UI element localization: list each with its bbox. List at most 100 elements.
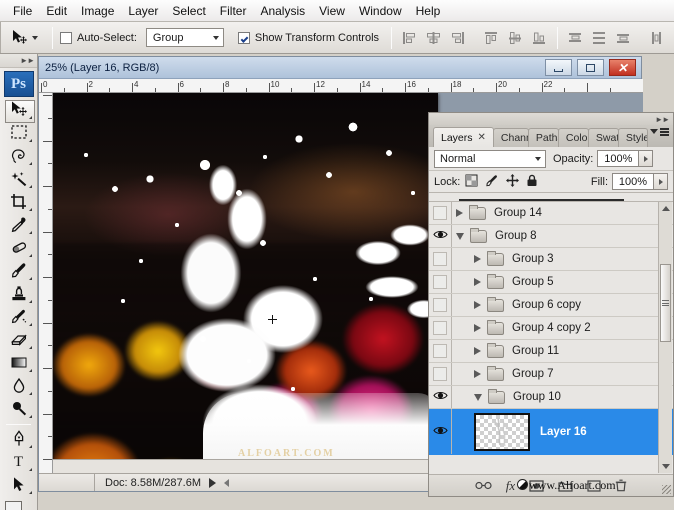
tool-eraser[interactable] bbox=[0, 329, 37, 352]
layer-row-body[interactable]: Group 14 bbox=[452, 204, 673, 220]
tab-styles[interactable]: Styles bbox=[617, 128, 648, 147]
align-horizontal-centers-icon[interactable] bbox=[423, 28, 444, 48]
maximize-button[interactable] bbox=[577, 59, 604, 76]
lock-all-icon[interactable] bbox=[526, 174, 538, 190]
minimize-button[interactable] bbox=[545, 59, 572, 76]
layer-visibility-toggle[interactable] bbox=[429, 317, 452, 339]
layer-row-body[interactable]: Group 7 bbox=[452, 365, 673, 381]
layers-scrollbar[interactable] bbox=[658, 202, 672, 473]
menu-item-select[interactable]: Select bbox=[165, 1, 212, 21]
layer-row[interactable]: Layer 16 bbox=[429, 409, 673, 455]
chevron-right-icon[interactable] bbox=[474, 301, 481, 309]
show-transform-checkbox[interactable] bbox=[237, 31, 250, 44]
tool-preset-picker[interactable] bbox=[1, 22, 45, 53]
scrollbar-thumb[interactable] bbox=[660, 264, 671, 342]
auto-select-dropdown[interactable]: Group bbox=[145, 28, 224, 47]
tool-rectangular-marquee[interactable] bbox=[0, 122, 37, 145]
tool-lasso[interactable] bbox=[0, 145, 37, 168]
opacity-stepper[interactable] bbox=[639, 150, 654, 167]
layer-row-body[interactable]: Layer 16 bbox=[452, 412, 673, 451]
layer-row-body[interactable]: Group 5 bbox=[452, 273, 673, 289]
lock-image-pixels-icon[interactable] bbox=[485, 174, 499, 190]
layer-visibility-toggle[interactable] bbox=[429, 248, 452, 270]
document-title-bar[interactable]: 25% (Layer 16, RGB/8) ✕ bbox=[39, 57, 641, 79]
link-layers-icon[interactable] bbox=[475, 480, 492, 491]
layer-row[interactable]: Group 11 bbox=[429, 340, 673, 363]
blend-mode-dropdown[interactable]: Normal bbox=[434, 149, 546, 168]
distribute-left-edges-icon[interactable] bbox=[647, 28, 668, 48]
fill-value[interactable]: 100% bbox=[612, 173, 654, 190]
panel-menu-button[interactable] bbox=[650, 128, 669, 136]
layer-visibility-toggle[interactable] bbox=[429, 271, 452, 293]
menu-item-help[interactable]: Help bbox=[409, 1, 448, 21]
tool-clone-stamp[interactable] bbox=[0, 283, 37, 306]
layer-visibility-toggle[interactable] bbox=[429, 340, 452, 362]
chevron-right-icon[interactable] bbox=[474, 278, 481, 286]
menu-item-analysis[interactable]: Analysis bbox=[253, 1, 312, 21]
chevron-right-icon[interactable] bbox=[474, 255, 481, 263]
tab-channels[interactable]: Channels bbox=[492, 128, 529, 147]
layers-list[interactable]: Group 14 Group 8 Group 3 Group 5 Group 6 cop… bbox=[429, 195, 673, 474]
tool-gradient[interactable] bbox=[0, 352, 37, 375]
layer-row[interactable]: Group 10 bbox=[429, 386, 673, 409]
layer-thumbnail[interactable] bbox=[474, 412, 530, 451]
panel-resize-grip[interactable] bbox=[662, 485, 671, 494]
chevron-right-icon[interactable] bbox=[474, 347, 481, 355]
layer-row-body[interactable]: Group 3 bbox=[452, 250, 673, 266]
chevron-right-icon[interactable] bbox=[474, 324, 481, 332]
tool-blur[interactable] bbox=[0, 375, 37, 398]
layer-row[interactable]: Group 3 bbox=[429, 248, 673, 271]
chevron-down-icon[interactable] bbox=[474, 393, 482, 401]
distribute-bottom-edges-icon[interactable] bbox=[613, 28, 634, 48]
tool-magic-wand[interactable] bbox=[0, 168, 37, 191]
tool-healing-brush[interactable] bbox=[0, 237, 37, 260]
chevron-down-icon[interactable] bbox=[456, 232, 464, 240]
layer-visibility-toggle[interactable] bbox=[429, 409, 452, 454]
status-expand-arrow-icon[interactable] bbox=[209, 477, 216, 488]
align-left-edges-icon[interactable] bbox=[399, 28, 420, 48]
layer-visibility-toggle[interactable] bbox=[429, 294, 452, 316]
foreground-color-swatch[interactable] bbox=[4, 501, 22, 510]
panel-collapse-button[interactable]: ►► bbox=[429, 113, 673, 125]
layer-row[interactable]: Group 6 copy bbox=[429, 294, 673, 317]
auto-select-checkbox[interactable] bbox=[60, 31, 72, 44]
chevron-right-icon[interactable] bbox=[474, 370, 481, 378]
layer-row-body[interactable]: Group 4 copy 2 bbox=[452, 319, 673, 335]
align-vertical-centers-icon[interactable] bbox=[505, 28, 526, 48]
tool-eyedropper[interactable] bbox=[0, 214, 37, 237]
menu-item-window[interactable]: Window bbox=[352, 1, 409, 21]
align-top-edges-icon[interactable] bbox=[481, 28, 502, 48]
chevron-right-icon[interactable] bbox=[456, 209, 463, 217]
layer-row-body[interactable]: Group 6 copy bbox=[452, 296, 673, 312]
tool-brush[interactable] bbox=[0, 260, 37, 283]
tool-crop[interactable] bbox=[0, 191, 37, 214]
zoom-level-field[interactable] bbox=[39, 474, 95, 491]
fill-stepper[interactable] bbox=[654, 173, 668, 190]
layer-visibility-toggle[interactable] bbox=[429, 386, 452, 408]
layer-row-body[interactable]: Group 11 bbox=[452, 342, 673, 358]
menu-item-filter[interactable]: Filter bbox=[213, 1, 254, 21]
scroll-up-button[interactable] bbox=[659, 202, 672, 215]
layer-row-body[interactable]: Group 8 bbox=[452, 227, 673, 243]
menu-item-layer[interactable]: Layer bbox=[121, 1, 165, 21]
tab-swatches[interactable]: Swatches bbox=[587, 128, 619, 147]
tab-color[interactable]: Color bbox=[557, 128, 589, 147]
close-button[interactable]: ✕ bbox=[609, 59, 636, 76]
tool-dodge[interactable] bbox=[0, 398, 37, 421]
chevron-down-icon[interactable] bbox=[32, 35, 38, 40]
tools-collapse-button[interactable]: ►► bbox=[0, 54, 37, 68]
layer-row[interactable]: Group 14 bbox=[429, 202, 673, 225]
layer-row[interactable]: Group 5 bbox=[429, 271, 673, 294]
layer-styles-icon[interactable]: fx bbox=[506, 478, 515, 494]
layer-row[interactable]: Group 8 bbox=[429, 225, 673, 248]
tool-path-selection[interactable] bbox=[0, 474, 37, 497]
tool-type[interactable]: T bbox=[0, 451, 37, 474]
artboard[interactable]: ALFOART.COM bbox=[53, 93, 438, 473]
menu-item-image[interactable]: Image bbox=[74, 1, 121, 21]
tab-layers[interactable]: Layers ✕ bbox=[433, 127, 494, 147]
tab-paths[interactable]: Paths bbox=[527, 128, 559, 147]
align-right-edges-icon[interactable] bbox=[447, 28, 468, 48]
tool-history-brush[interactable] bbox=[0, 306, 37, 329]
scroll-down-button[interactable] bbox=[659, 460, 672, 473]
delete-layer-icon[interactable] bbox=[615, 479, 627, 492]
